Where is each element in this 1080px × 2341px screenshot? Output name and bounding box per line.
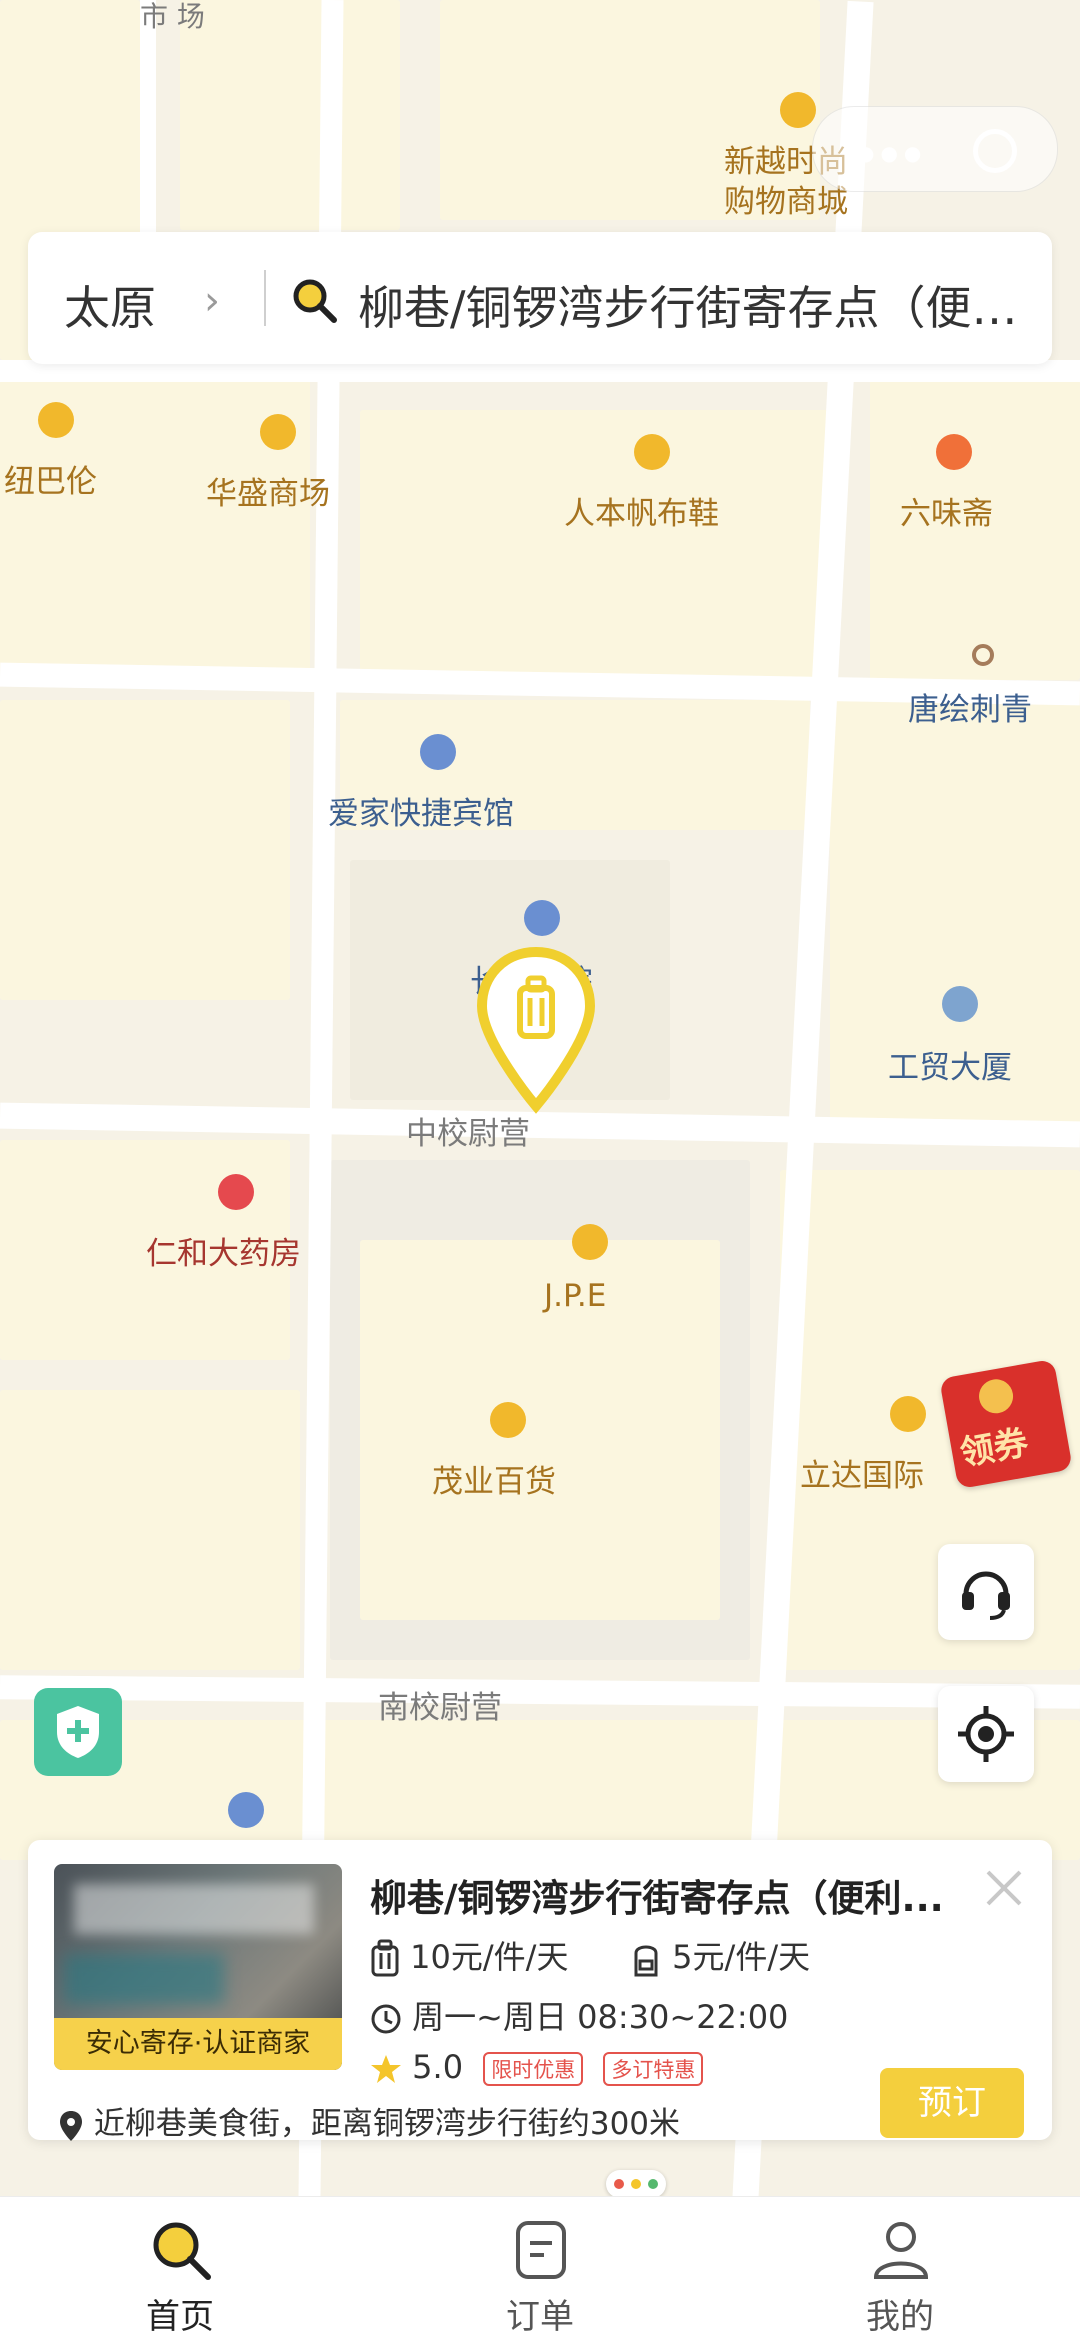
business-hours: 周一~周日 08:30~22:00 xyxy=(412,1998,789,2036)
hotel-icon xyxy=(420,734,456,770)
city-selector[interactable]: 太原 xyxy=(64,272,156,338)
store-address: 近柳巷美食街，距离铜锣湾步行街约300米 xyxy=(93,2106,681,2142)
order-icon xyxy=(516,2221,566,2279)
verified-badge: 安心寄存·认证商家 xyxy=(54,2018,342,2070)
poi-lida[interactable]: 立达国际 xyxy=(800,1450,924,1495)
shopping-icon xyxy=(490,1402,526,1438)
customer-service-button[interactable] xyxy=(938,1544,1034,1640)
poi-huasheng[interactable]: 华盛商场 xyxy=(206,468,330,513)
hotel-icon xyxy=(228,1792,264,1828)
crosshair-icon xyxy=(958,1706,1014,1762)
search-icon xyxy=(153,2222,211,2280)
luggage-location-marker[interactable] xyxy=(474,946,598,1116)
suitcase-icon xyxy=(371,1939,399,1977)
pharmacy-icon xyxy=(218,1174,254,1210)
place-icon xyxy=(972,644,994,666)
shield-icon xyxy=(57,1706,99,1758)
chevron-right-icon[interactable]: › xyxy=(204,278,220,324)
shopping-icon xyxy=(890,1396,926,1432)
tab-home[interactable]: 首页 xyxy=(80,2197,280,2341)
shopping-icon xyxy=(572,1224,608,1260)
poi-gongmao[interactable]: 工贸大厦 xyxy=(888,1042,1012,1087)
coupon-button[interactable]: 领券 xyxy=(939,1358,1073,1490)
headset-icon xyxy=(962,1571,1010,1620)
shopping-icon xyxy=(634,434,670,470)
shopping-icon xyxy=(780,92,816,128)
mini-program-capsule[interactable]: ●●● xyxy=(812,106,1058,192)
tab-home-label: 首页 xyxy=(146,2297,214,2337)
location-pin-icon xyxy=(60,2110,82,2141)
price-bag-row: 5元/件/天 xyxy=(630,1932,810,1979)
backpack-icon xyxy=(634,1945,658,1977)
tag-limited-offer: 限时优惠 xyxy=(483,2052,584,2086)
target-circle-icon[interactable] xyxy=(973,129,1017,173)
restaurant-icon xyxy=(936,434,972,470)
user-icon xyxy=(873,2222,929,2279)
address-row: 近柳巷美食街，距离铜锣湾步行街约300米 xyxy=(58,2098,680,2143)
poi-niubalun[interactable]: 纽巴伦 xyxy=(4,456,97,501)
book-button[interactable]: 预订 xyxy=(880,2068,1024,2138)
music-icon xyxy=(524,900,560,936)
map-label-market: 市 场 xyxy=(140,0,205,33)
coin-icon xyxy=(976,1376,1016,1417)
search-icon xyxy=(293,279,337,323)
price-bag: 5元/件/天 xyxy=(672,1938,811,1976)
tab-mine[interactable]: 我的 xyxy=(800,2197,1000,2341)
tab-orders-label: 订单 xyxy=(506,2297,574,2337)
tab-mine-label: 我的 xyxy=(866,2297,934,2337)
poi-renben[interactable]: 人本帆布鞋 xyxy=(564,488,719,533)
office-icon xyxy=(942,986,978,1022)
bottom-tab-bar: 首页 订单 我的 xyxy=(0,2196,1080,2341)
road-label-nanxiao: 南校尉营 xyxy=(378,1690,502,1726)
poi-tanghui[interactable]: 唐绘刺青 xyxy=(908,684,1032,729)
star-icon xyxy=(371,2055,401,2083)
store-card[interactable]: 安心寄存·认证商家 柳巷/铜锣湾步行街寄存点（便利... 10元/件/天 5元/… xyxy=(28,1840,1052,2143)
locate-me-button[interactable] xyxy=(938,1686,1034,1782)
rating-value: 5.0 xyxy=(412,2048,464,2086)
price-luggage-row: 10元/件/天 xyxy=(370,1932,568,1979)
more-dots-icon[interactable]: ●●● xyxy=(857,141,927,165)
close-icon[interactable] xyxy=(982,1866,1026,1910)
search-input[interactable]: 柳巷/铜锣湾步行街寄存点（便利... xyxy=(358,272,1038,338)
divider xyxy=(264,270,266,326)
safety-shield-button[interactable] xyxy=(34,1688,122,1776)
coupon-label: 领券 xyxy=(957,1422,1032,1475)
poi-maoye[interactable]: 茂业百货 xyxy=(432,1456,556,1501)
poi-renhe[interactable]: 仁和大药房 xyxy=(146,1228,301,1273)
poi-aijia[interactable]: 爱家快捷宾馆 xyxy=(328,788,514,833)
rating-row: 5.0 限时优惠 多订特惠 xyxy=(370,2048,704,2086)
hours-row: 周一~周日 08:30~22:00 xyxy=(370,1992,788,2038)
clock-icon xyxy=(371,2004,401,2034)
poi-liuweizhai[interactable]: 六味斋 xyxy=(900,488,993,533)
price-luggage: 10元/件/天 xyxy=(410,1938,569,1976)
shopping-icon xyxy=(260,414,296,450)
store-title[interactable]: 柳巷/铜锣湾步行街寄存点（便利... xyxy=(370,1868,990,1922)
poi-jpe[interactable]: J.P.E xyxy=(544,1278,606,1314)
tab-orders[interactable]: 订单 xyxy=(440,2197,640,2341)
page-indicator xyxy=(606,2170,666,2198)
shopping-icon xyxy=(38,402,74,438)
tag-multi-order: 多订特惠 xyxy=(603,2052,704,2086)
search-bar: 太原 › 柳巷/铜锣湾步行街寄存点（便利... xyxy=(28,232,1052,364)
